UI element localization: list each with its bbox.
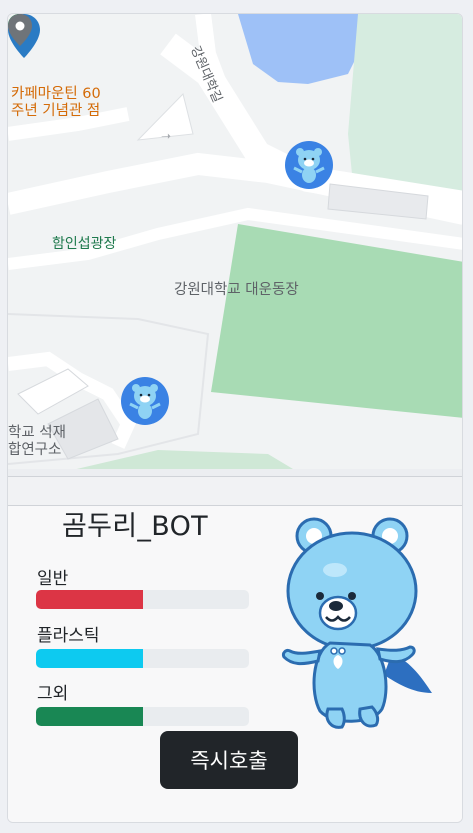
cafe-label-line2: 주년 기념관 점 bbox=[11, 103, 101, 120]
cafe-label-line1: 카페마운틴 60 bbox=[11, 86, 101, 102]
plaza-place-label[interactable]: 함인섭광장 bbox=[52, 236, 116, 253]
gauge-other bbox=[36, 707, 249, 726]
lab-place-label[interactable]: 학교 석재 합연구소 bbox=[8, 425, 66, 460]
cafe-place-label[interactable]: 카페마운틴 60 주년 기념관 점 bbox=[11, 86, 101, 121]
gauge-fill-other bbox=[36, 707, 143, 726]
gauge-fill-plastic bbox=[36, 649, 143, 668]
bot-name: 곰두리_BOT bbox=[62, 511, 208, 542]
gauge-label-plastic: 플라스틱 bbox=[37, 626, 100, 646]
lab-label-line2: 합연구소 bbox=[8, 442, 62, 459]
bear-mascot-marker-icon[interactable] bbox=[121, 377, 169, 425]
gauge-general bbox=[36, 590, 249, 609]
gauge-label-other: 그외 bbox=[37, 684, 69, 704]
lab-label-line1: 학교 석재 bbox=[8, 425, 66, 441]
bear-mascot-icon bbox=[282, 517, 432, 729]
stadium-place-label[interactable]: 강원대학교 대운동장 bbox=[174, 282, 299, 299]
call-now-button[interactable]: 즉시호출 bbox=[160, 731, 298, 789]
map-view[interactable]: 강원대학길 카페마운틴 60 주년 기념관 점 ➝ 함인섭광장 강원대학교 대운… bbox=[8, 14, 462, 478]
gauge-fill-general bbox=[36, 590, 143, 609]
gray-pin-icon bbox=[8, 14, 32, 46]
panel-header bbox=[8, 476, 462, 506]
direction-arrow-icon: ➝ bbox=[161, 129, 172, 143]
bear-mascot-marker-icon[interactable] bbox=[285, 141, 333, 189]
gauge-plastic bbox=[36, 649, 249, 668]
gauge-label-general: 일반 bbox=[37, 569, 69, 589]
